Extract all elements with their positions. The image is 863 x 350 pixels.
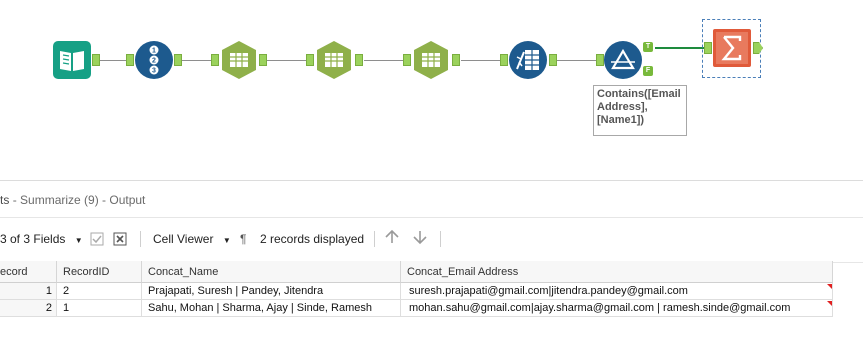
column-header-record[interactable]: ecord <box>0 261 57 283</box>
summarize-tool[interactable] <box>712 28 752 68</box>
check-icon[interactable] <box>90 232 104 249</box>
truncation-marker <box>827 284 832 289</box>
table-cell[interactable]: 2 <box>0 300 57 317</box>
filter-icon <box>604 41 642 79</box>
cell-viewer-dropdown[interactable]: Cell Viewer ▼ <box>153 232 231 246</box>
table-cell[interactable]: 2 <box>57 283 142 300</box>
cell-viewer-label: Cell Viewer <box>153 232 214 246</box>
output-anchor[interactable] <box>174 54 182 66</box>
output-anchor[interactable] <box>452 54 460 66</box>
sigma-icon <box>713 29 751 67</box>
book-icon <box>53 41 91 79</box>
table-cell[interactable]: suresh.prajapati@gmail.com|jitendra.pand… <box>401 283 833 300</box>
records-displayed: 2 records displayed <box>260 232 365 246</box>
connection-line <box>557 60 597 61</box>
results-title: ts - Summarize (9) - Output <box>0 193 145 207</box>
table-cell[interactable]: mohan.sahu@gmail.com|ajay.sharma@gmail.c… <box>401 300 833 317</box>
filter-true-anchor[interactable]: T <box>643 42 653 52</box>
text-to-columns-tool-2[interactable] <box>314 40 354 80</box>
filter-false-anchor[interactable]: F <box>643 66 653 76</box>
results-window: ts - Summarize (9) - Output 3 of 3 Field… <box>0 180 863 350</box>
pilcrow-icon[interactable]: ¶ <box>240 232 246 246</box>
results-toolbar: 3 of 3 Fields ▼ Cell Viewer ▼ ¶ 2 record… <box>0 217 863 263</box>
record-id-icon: 1 2 3 <box>135 41 173 79</box>
results-title-text: - Summarize (9) - Output <box>12 193 146 207</box>
output-anchor[interactable] <box>549 54 557 66</box>
output-anchor[interactable] <box>259 54 267 66</box>
text-to-columns-icon <box>414 41 448 79</box>
transform-icon <box>509 41 547 79</box>
column-header-recordid[interactable]: RecordID <box>57 261 142 283</box>
input-anchor[interactable] <box>126 54 134 66</box>
column-header-concat-name[interactable]: Concat_Name <box>142 261 401 283</box>
chevron-down-icon: ▼ <box>222 236 231 245</box>
fields-dropdown[interactable]: 3 of 3 Fields ▼ <box>0 232 83 246</box>
arrow-down-icon[interactable] <box>412 229 428 248</box>
filter-annotation: Contains([Email Address], [Name1]) <box>593 85 687 136</box>
connection-line <box>364 60 404 61</box>
table-cell[interactable]: 1 <box>57 300 142 317</box>
text-to-columns-icon <box>222 41 256 79</box>
connection-line <box>100 60 127 61</box>
results-title-prefix: ts <box>0 193 10 207</box>
input-anchor[interactable] <box>211 54 219 66</box>
table-cell[interactable]: Sahu, Mohan | Sharma, Ajay | Sinde, Rame… <box>142 300 401 317</box>
record-id-tool[interactable]: 1 2 3 <box>134 40 174 80</box>
toolbar-divider <box>374 231 375 247</box>
output-anchor[interactable] <box>355 54 363 66</box>
text-to-columns-icon <box>317 41 351 79</box>
input-anchor[interactable] <box>403 54 411 66</box>
connection-line <box>267 60 307 61</box>
text-to-columns-tool-3[interactable] <box>411 40 451 80</box>
svg-text:2: 2 <box>152 58 156 65</box>
connection-line <box>655 47 704 49</box>
filter-tool[interactable] <box>603 40 643 80</box>
input-anchor[interactable] <box>500 54 508 66</box>
fields-label: 3 of 3 Fields <box>0 232 66 246</box>
arrow-up-icon[interactable] <box>384 229 400 250</box>
toolbar-divider <box>440 231 441 247</box>
input-anchor[interactable] <box>306 54 314 66</box>
clear-icon[interactable] <box>113 232 127 249</box>
output-anchor[interactable] <box>753 42 763 54</box>
truncation-marker <box>827 301 832 306</box>
toolbar-divider <box>140 231 141 247</box>
output-anchor[interactable] <box>92 54 100 66</box>
input-data-tool[interactable] <box>52 40 92 80</box>
chevron-down-icon: ▼ <box>74 236 83 245</box>
svg-text:3: 3 <box>152 68 156 75</box>
connection-line <box>180 60 212 61</box>
svg-text:1: 1 <box>152 48 156 55</box>
connection-line <box>461 60 501 61</box>
input-anchor[interactable] <box>704 42 712 54</box>
text-to-columns-tool-1[interactable] <box>219 40 259 80</box>
column-header-concat-email[interactable]: Concat_Email Address <box>401 261 833 283</box>
table-cell[interactable]: 1 <box>0 283 57 300</box>
append-fields-tool[interactable] <box>508 40 548 80</box>
table-cell[interactable]: Prajapati, Suresh | Pandey, Jitendra <box>142 283 401 300</box>
workflow-canvas[interactable]: 1 2 3 T F Contains([Email Address], [Nam… <box>0 0 863 180</box>
